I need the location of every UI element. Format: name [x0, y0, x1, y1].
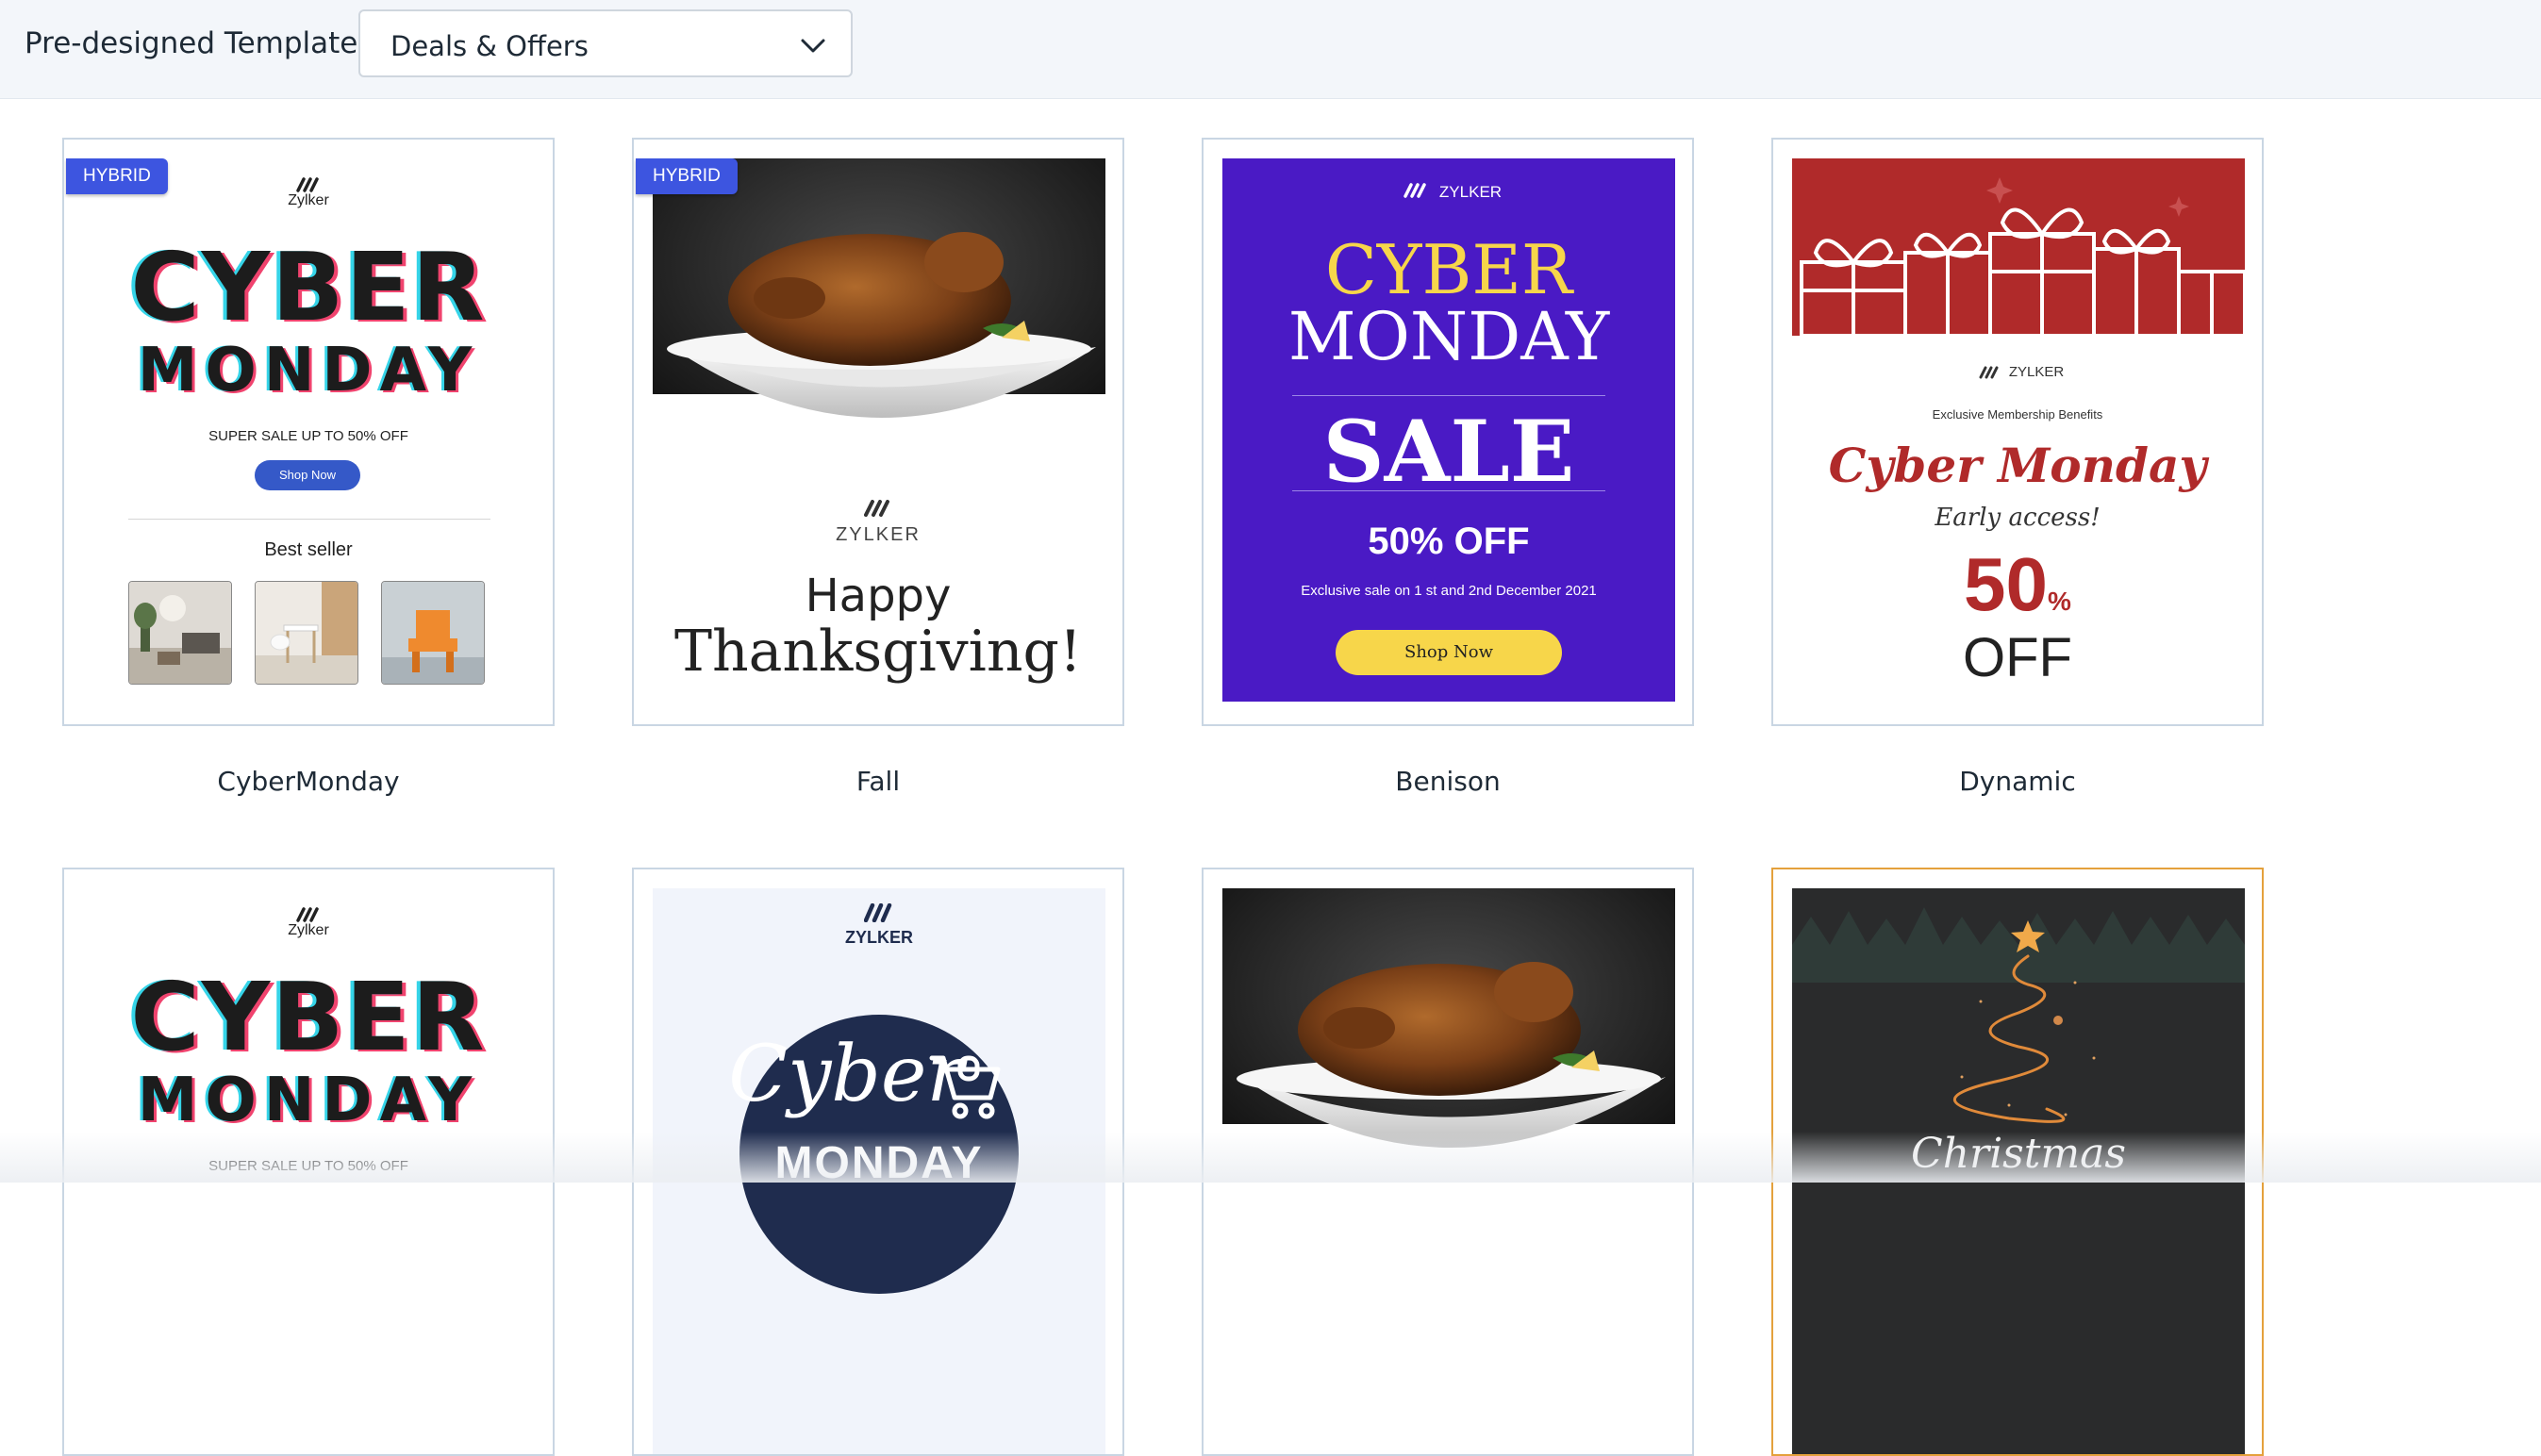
- category-dropdown-value: Deals & Offers: [390, 30, 589, 62]
- headline-monday: MONDAY: [137, 1066, 480, 1135]
- sale-text: SUPER SALE UP TO 50% OFF: [208, 428, 408, 444]
- offer-text: 50% OFF: [1368, 521, 1530, 562]
- template-card-fall[interactable]: HYBRID ZYLKER Happy Thanksgiving!: [632, 138, 1124, 726]
- headline-thanksgiving: Thanksgiving!: [673, 619, 1083, 685]
- sale-dates: Exclusive sale on 1 st and 2nd December …: [1301, 583, 1597, 599]
- template-card-cybermonday-2[interactable]: Zylker CYBER MONDAY SUPER SALE UP TO 50%…: [62, 868, 555, 1456]
- shop-now-button[interactable]: Shop Now: [1336, 630, 1562, 675]
- shop-now-button[interactable]: Shop Now: [255, 460, 360, 490]
- brand-name: Zylker: [288, 922, 329, 938]
- off-text: OFF: [1963, 627, 2072, 688]
- headline-monday: MONDAY: [137, 336, 480, 405]
- benison-preview: ZYLKER CYBER MONDAY SALE 50% OFF Exclusi…: [1222, 158, 1675, 702]
- early-access-text: Early access!: [1935, 504, 2101, 532]
- circle-preview: ZYLKER Cyber MONDAY: [653, 888, 1105, 1454]
- zylker-logo-icon: [864, 500, 889, 517]
- roast-chicken-image: [1222, 888, 1675, 1190]
- template-name[interactable]: Fall: [632, 766, 1124, 797]
- hybrid-badge: HYBRID: [636, 158, 738, 194]
- page-title: Pre-designed Templates: [25, 26, 374, 60]
- headline-christmas: Christmas: [1911, 1130, 2126, 1178]
- divider: [1292, 490, 1605, 491]
- best-seller-title: Best seller: [264, 539, 353, 560]
- headline-sale: SALE: [1322, 402, 1575, 502]
- chevron-down-icon: [801, 39, 825, 53]
- gift-banner-image: [1792, 158, 2245, 336]
- offer-number: 50: [1964, 542, 2049, 626]
- template-card-benison[interactable]: ZYLKER CYBER MONDAY SALE 50% OFF Exclusi…: [1202, 138, 1694, 726]
- shopping-cart-icon: [929, 1055, 1001, 1119]
- divider: [128, 519, 490, 520]
- template-name[interactable]: Benison: [1202, 766, 1694, 797]
- zylker-logo-icon: [296, 907, 319, 922]
- brand-name: ZYLKER: [845, 928, 913, 947]
- headline-monday: MONDAY: [774, 1138, 984, 1188]
- brand-name: ZYLKER: [1438, 183, 1503, 201]
- headline-happy: Happy: [805, 570, 952, 622]
- christmas-tree-image: [1792, 907, 2245, 1123]
- zylker-logo-icon: [296, 177, 319, 192]
- template-name[interactable]: CyberMonday: [62, 766, 555, 797]
- product-image-living-room: [128, 581, 232, 685]
- template-card-fall-2[interactable]: [1202, 868, 1694, 1456]
- christmas-preview: Christmas: [1792, 888, 2245, 1454]
- template-card-christmas[interactable]: Christmas: [1771, 868, 2264, 1456]
- headline-monday: MONDAY: [1287, 298, 1610, 375]
- zylker-logo-icon: [864, 903, 892, 922]
- category-dropdown[interactable]: Deals & Offers: [358, 9, 853, 77]
- brand-name: Zylker: [288, 192, 329, 208]
- template-card-cyber-monday-circle[interactable]: ZYLKER Cyber MONDAY: [632, 868, 1124, 1456]
- offer-unit: %: [2048, 587, 2071, 616]
- brand-name: ZYLKER: [836, 524, 921, 545]
- headline-cyber-monday: Cyber Monday: [1828, 438, 2207, 493]
- offer-amount: 50%: [1773, 541, 2262, 628]
- membership-text: Exclusive Membership Benefits: [1932, 407, 2103, 422]
- template-card-dynamic[interactable]: ZYLKER Exclusive Membership Benefits Cyb…: [1771, 138, 2264, 726]
- hybrid-badge: HYBRID: [66, 158, 168, 194]
- divider: [1292, 395, 1605, 396]
- brand-name: ZYLKER: [2008, 364, 2065, 380]
- product-image-chair: [381, 581, 485, 685]
- headline-cyber: Cyber: [728, 1030, 964, 1119]
- sale-text: SUPER SALE UP TO 50% OFF: [208, 1158, 408, 1174]
- product-image-dining: [255, 581, 358, 685]
- header-bar: Pre-designed Templates Deals & Offers: [0, 0, 2541, 99]
- headline-cyber: CYBER: [130, 962, 487, 1072]
- headline-cyber: CYBER: [130, 232, 487, 342]
- roast-chicken-image: [653, 158, 1105, 460]
- template-name[interactable]: Dynamic: [1771, 766, 2264, 797]
- template-card-cybermonday[interactable]: HYBRID Zylker CYBER MONDAY SUPER SALE UP…: [62, 138, 555, 726]
